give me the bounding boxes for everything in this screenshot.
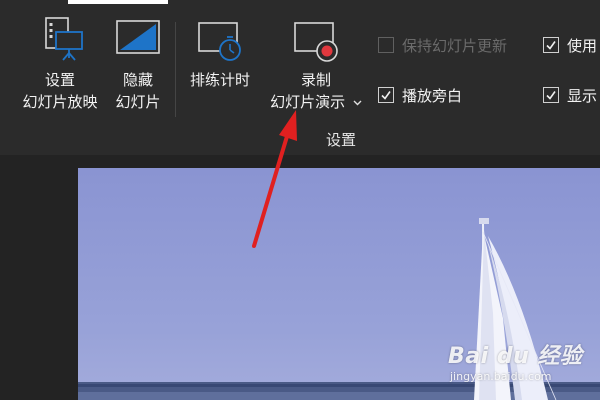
play-narrations-label: 播放旁白 [402, 86, 463, 105]
hide-slide-icon [116, 20, 160, 54]
checkbox-box [378, 87, 394, 103]
checkbox-box [543, 87, 559, 103]
record-slideshow-icon [294, 22, 338, 62]
checkbox-box [543, 37, 559, 53]
checkmark-icon [381, 91, 391, 100]
keep-slides-updated-label: 保持幻灯片更新 [402, 36, 508, 55]
play-narrations-checkbox[interactable]: 播放旁白 [378, 84, 462, 106]
keep-slides-updated-checkbox: 保持幻灯片更新 [378, 34, 507, 56]
checkmark-icon [546, 91, 556, 100]
hide-slide-button[interactable]: 隐藏 幻灯片 [106, 15, 170, 113]
hide-slide-label-line2: 幻灯片 [115, 93, 161, 111]
show-media-controls-checkbox[interactable]: 显示 [543, 84, 597, 106]
setup-slideshow-label-line1: 设置 [44, 71, 75, 89]
rehearse-timings-button[interactable]: 排练计时 [178, 15, 262, 91]
record-slideshow-label-line2: 幻灯片演示 [260, 91, 372, 113]
record-slideshow-label-line1: 录制 [300, 71, 331, 89]
ribbon: 设置 幻灯片放映 隐藏 幻灯片 排练计时 录制 幻灯片演示 保持幻灯片更新 使用… [0, 0, 600, 155]
hide-slide-label-line1: 隐藏 [122, 71, 153, 89]
watermark-brand: Bai du 经验 [448, 344, 583, 369]
rehearse-timings-icon [198, 22, 241, 61]
ribbon-group-label: 设置 [326, 131, 357, 149]
record-slideshow-label-text: 幻灯片演示 [270, 93, 346, 111]
setup-slideshow-label-line2: 幻灯片放映 [22, 93, 98, 111]
active-tab-indicator [68, 0, 168, 4]
slideshow-setup-icon [45, 17, 83, 61]
checkbox-box [378, 37, 394, 53]
checkmark-icon [546, 41, 556, 50]
rehearse-timings-label: 排练计时 [189, 71, 250, 89]
use-timings-checkbox[interactable]: 使用 [543, 34, 597, 56]
ribbon-separator [175, 22, 176, 117]
setup-slideshow-button[interactable]: 设置 幻灯片放映 [8, 15, 112, 113]
show-media-controls-label: 显示 [567, 86, 598, 105]
chevron-down-icon[interactable] [353, 100, 362, 106]
watermark-site: jingyan.baidu.com [450, 370, 552, 383]
watermark: Bai du 经验 jingyan.baidu.com [448, 338, 583, 383]
use-timings-label: 使用 [567, 36, 598, 55]
record-slideshow-button[interactable]: 录制 幻灯片演示 [260, 15, 372, 113]
